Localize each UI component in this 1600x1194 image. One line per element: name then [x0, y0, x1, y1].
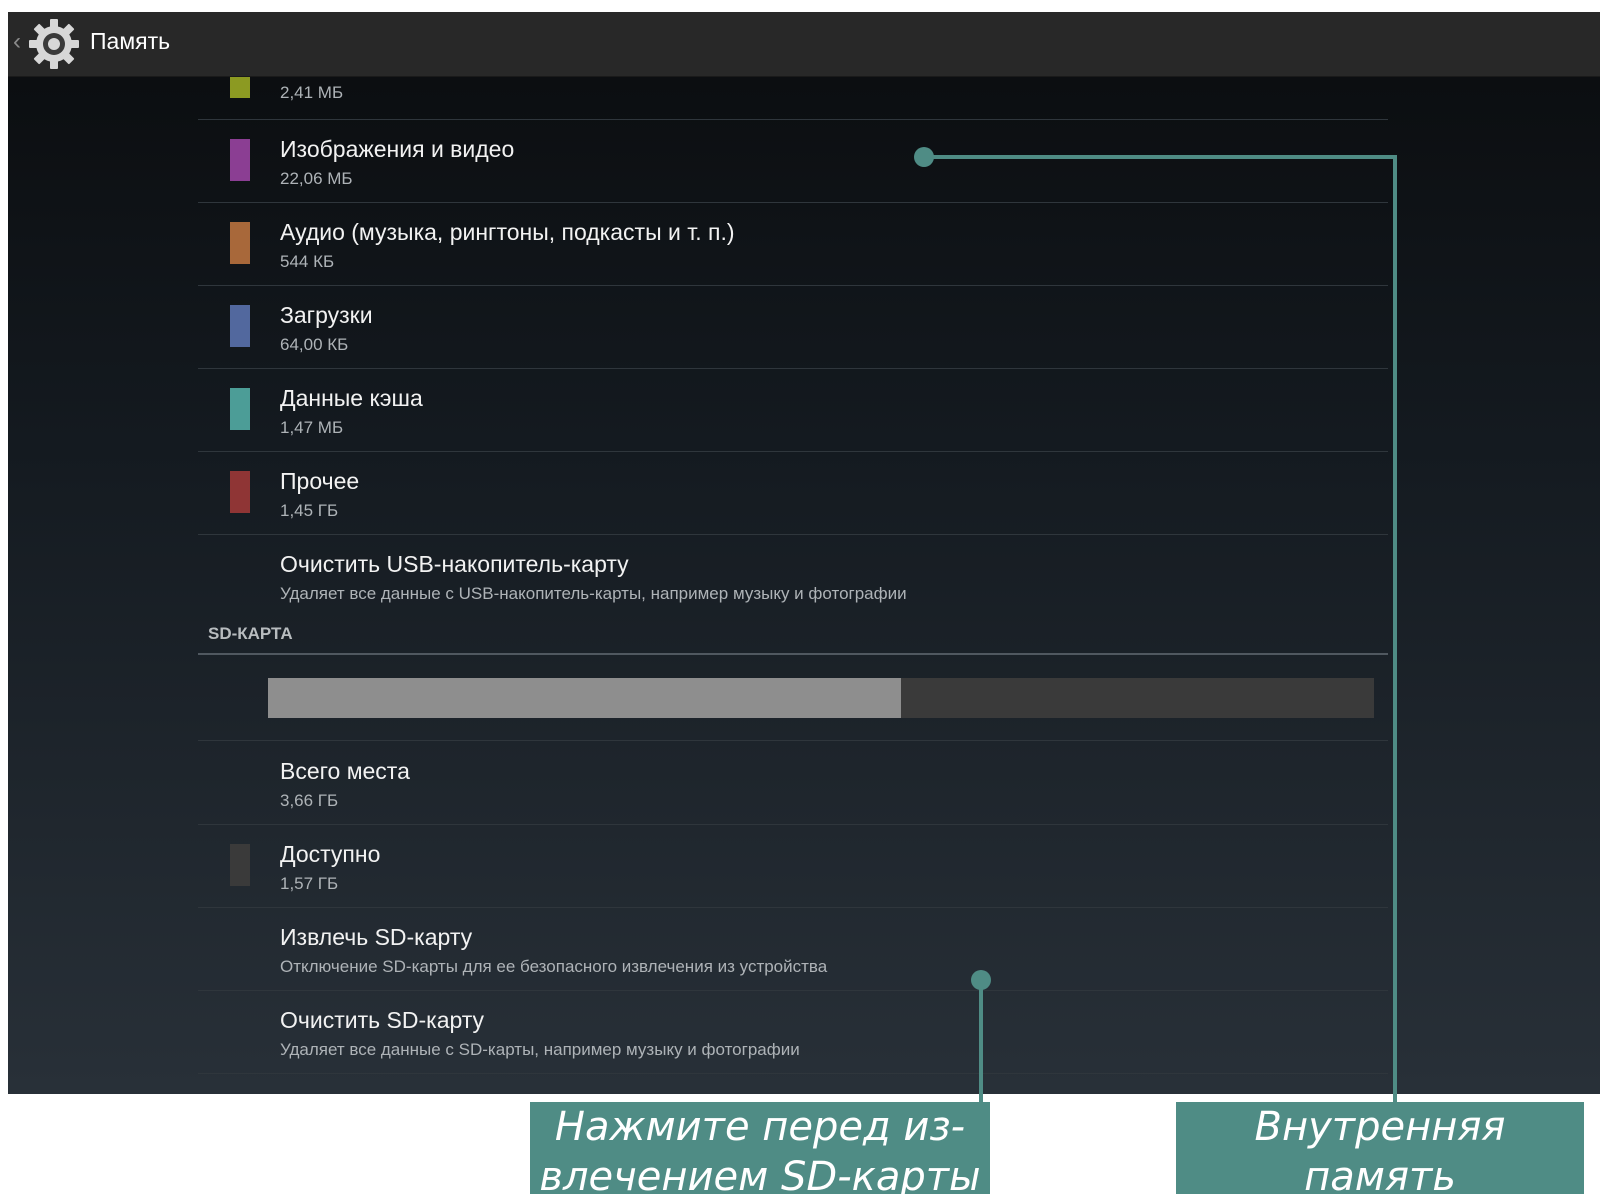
internal-memory-leader-line	[924, 155, 1397, 1104]
callout-line: Нажмите перед из-	[554, 1104, 966, 1150]
callout-line: Внутренняя	[1254, 1104, 1506, 1150]
unmount-callout: Нажмите перед из- влечением SD-карты	[530, 1102, 990, 1194]
callout-leader-lines	[914, 147, 1397, 1104]
callout-line: влечением SD-карты	[539, 1154, 981, 1194]
leader-dot	[914, 147, 934, 167]
internal-memory-callout: Внутренняя память	[1176, 1102, 1584, 1194]
callout-line: память	[1304, 1154, 1456, 1194]
leader-dot	[971, 970, 991, 990]
